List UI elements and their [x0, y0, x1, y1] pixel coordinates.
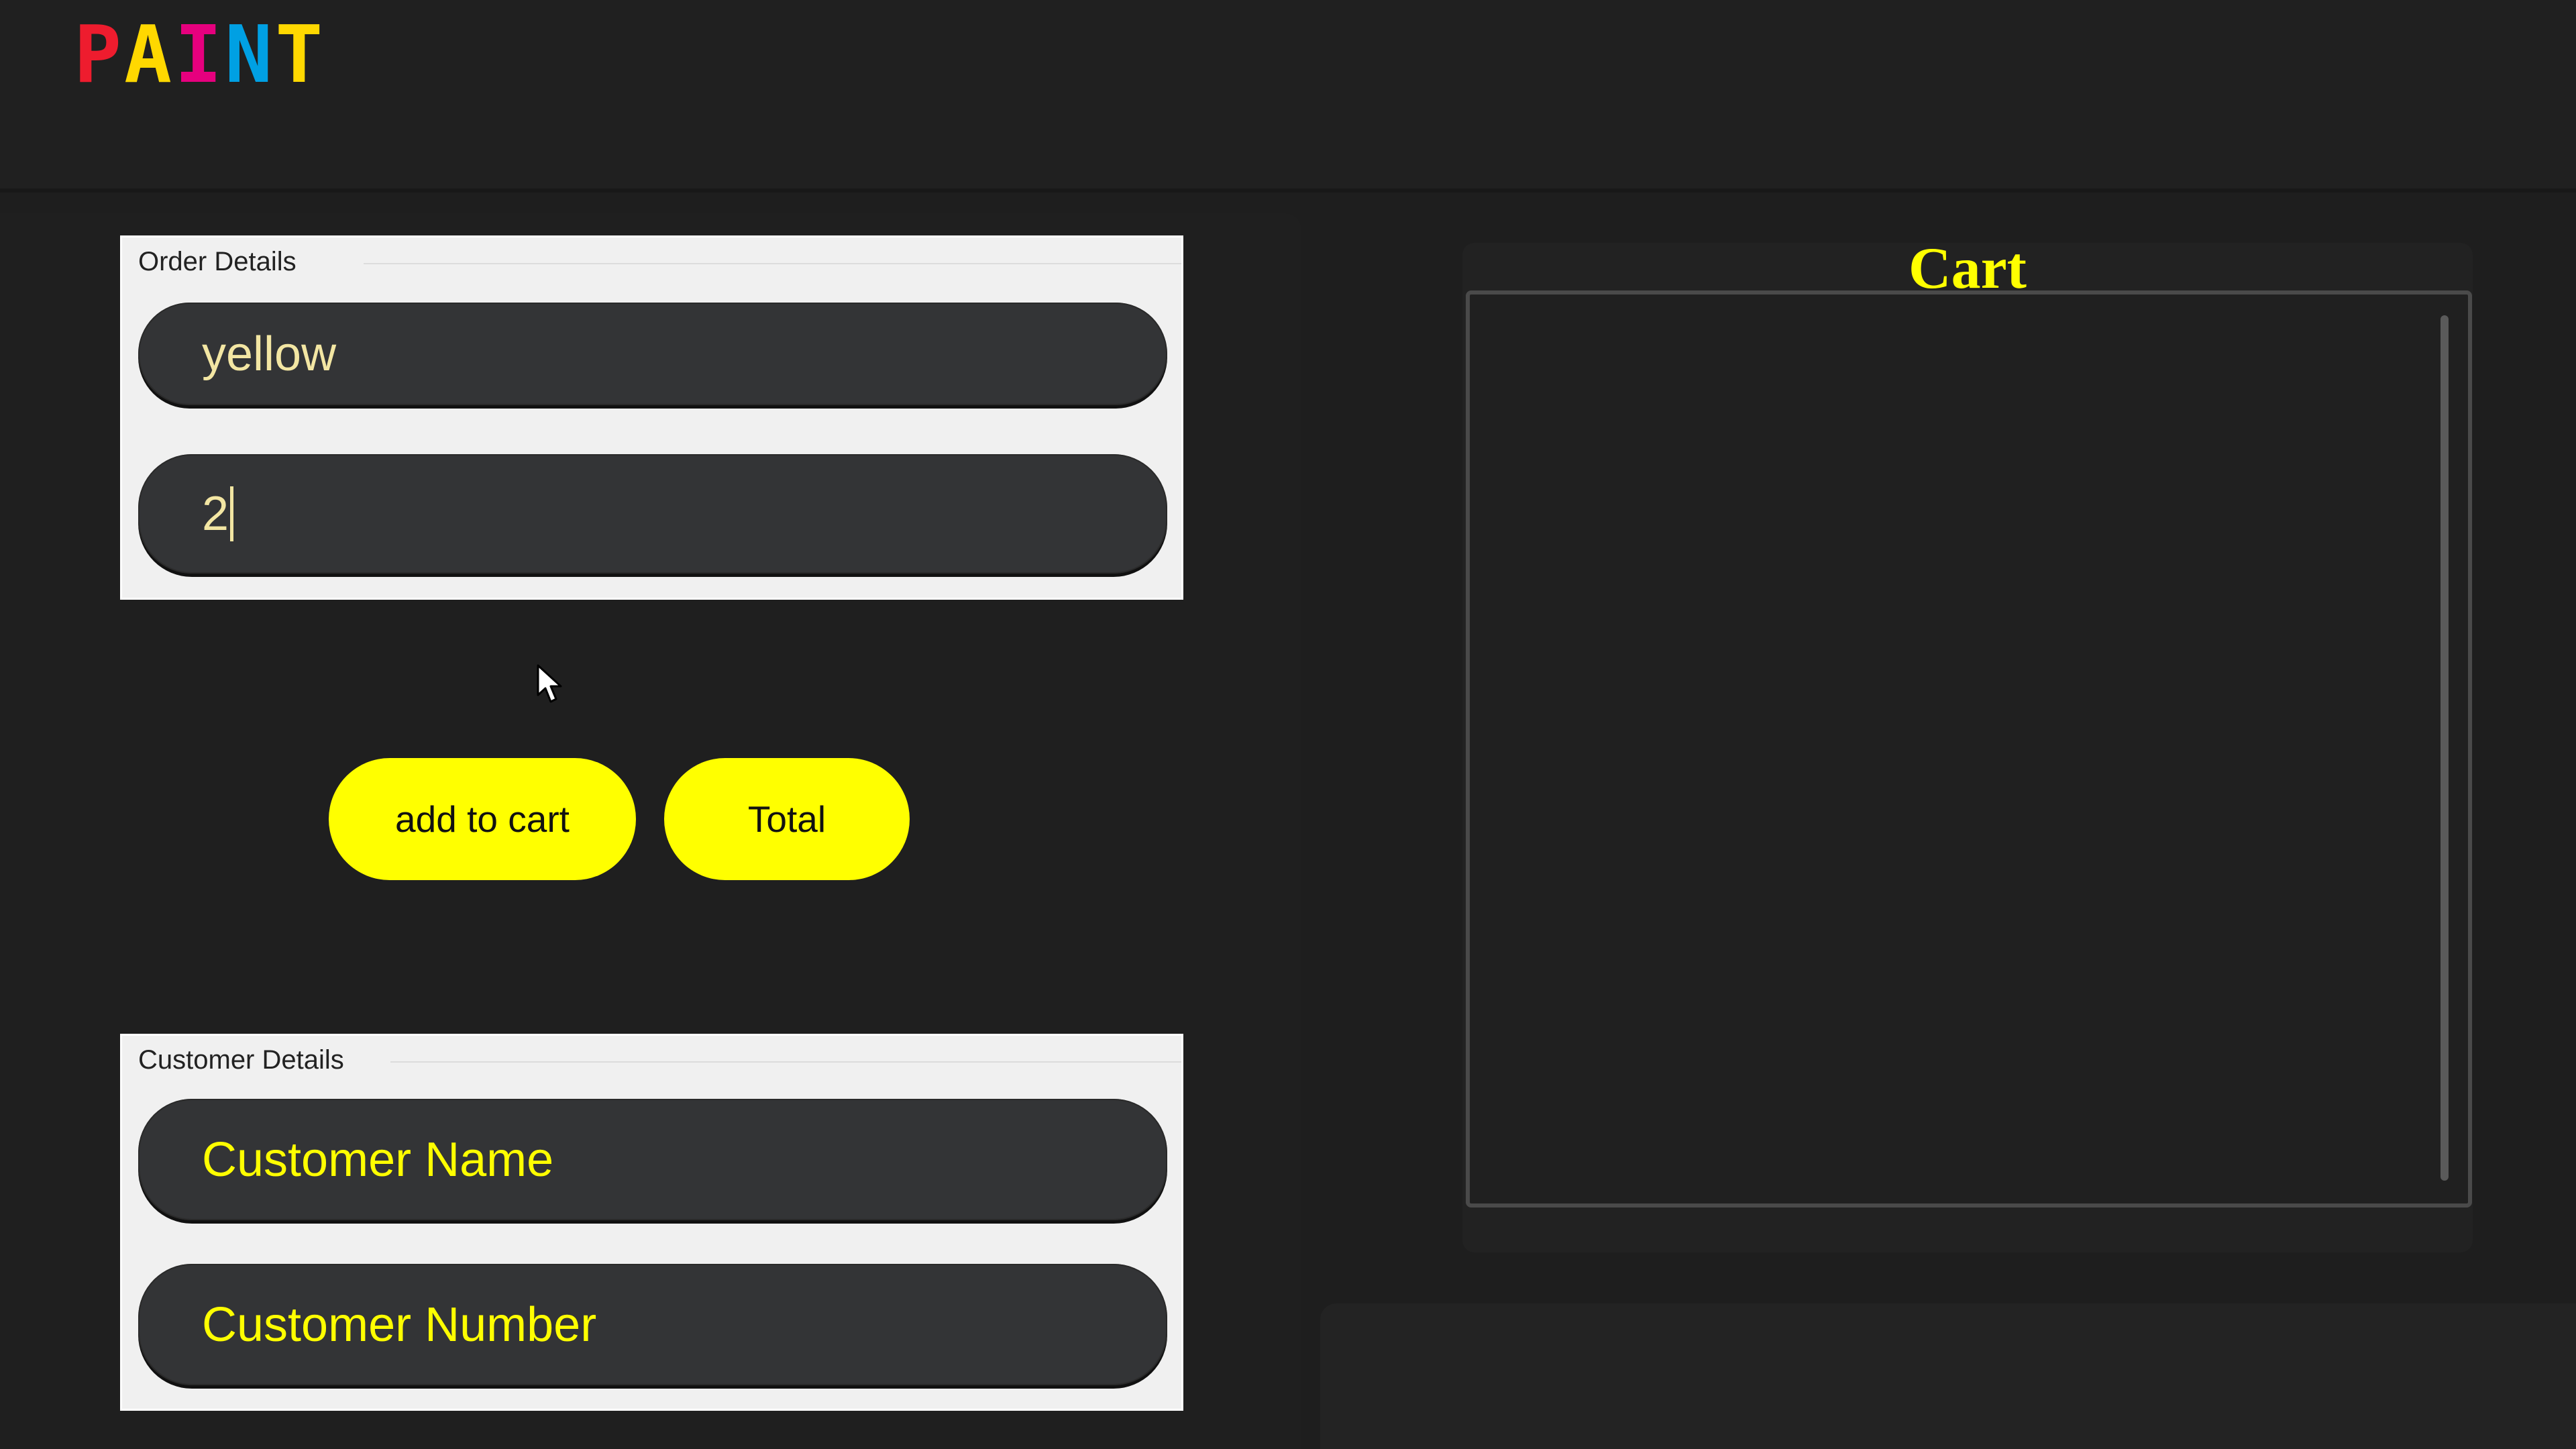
group-divider — [390, 1061, 1181, 1063]
logo-letter: T — [275, 8, 326, 101]
order-details-group: Order Details yellow 2 — [120, 235, 1183, 600]
group-divider — [364, 263, 1181, 264]
add-to-cart-button[interactable]: add to cart — [329, 758, 636, 880]
logo-letter: I — [174, 8, 225, 101]
color-input[interactable]: yellow — [138, 303, 1167, 405]
customer-name-input[interactable]: Customer Name — [138, 1099, 1167, 1220]
total-button[interactable]: Total — [664, 758, 910, 880]
logo-letter: A — [124, 8, 175, 101]
logo-top-strip — [60, 0, 402, 4]
customer-name-placeholder: Customer Name — [202, 1132, 554, 1187]
cart-title: Cart — [1909, 236, 2027, 301]
bottom-right-panel — [1320, 1303, 2576, 1449]
mouse-cursor-icon — [537, 664, 564, 704]
app-header — [0, 0, 2576, 193]
app-logo: PAINT — [74, 15, 325, 94]
cart-list[interactable] — [1466, 290, 2472, 1208]
color-input-value: yellow — [202, 327, 337, 381]
customer-number-placeholder: Customer Number — [202, 1297, 597, 1352]
cart-scrollbar[interactable] — [2440, 315, 2449, 1181]
order-details-title: Order Details — [138, 247, 297, 276]
customer-details-group: Customer Details Customer Name Customer … — [120, 1034, 1183, 1411]
logo-letter: N — [225, 8, 276, 101]
total-label: Total — [747, 798, 826, 840]
add-to-cart-label: add to cart — [395, 798, 570, 840]
customer-number-input[interactable]: Customer Number — [138, 1264, 1167, 1385]
text-caret — [230, 486, 234, 541]
quantity-input[interactable]: 2 — [138, 454, 1167, 574]
quantity-input-value: 2 — [202, 487, 229, 541]
logo-letter: P — [74, 8, 125, 101]
customer-details-title: Customer Details — [138, 1045, 344, 1075]
